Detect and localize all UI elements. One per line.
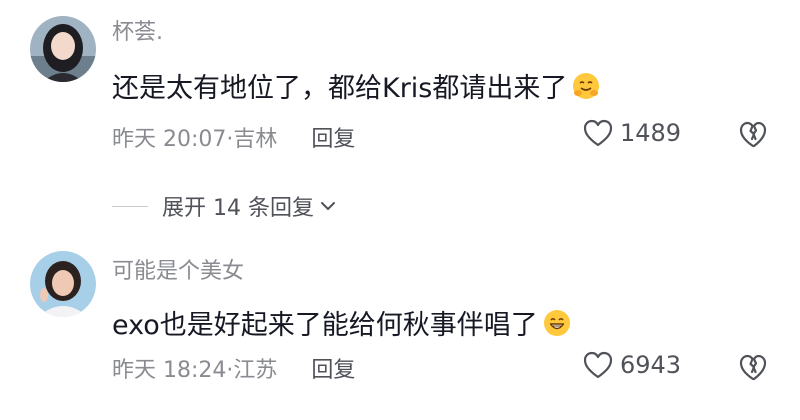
heart-icon <box>583 351 613 379</box>
dislike-button[interactable] <box>738 353 768 383</box>
comment-username[interactable]: 可能是个美女 <box>112 253 244 285</box>
comment-text-content: exo也是好起来了能给何秋事伴唱了 <box>112 310 538 341</box>
comment-meta: 昨天 18:24·江苏 回复 <box>112 352 355 384</box>
comment-time-location: 昨天 18:24·江苏 <box>112 358 278 383</box>
avatar[interactable] <box>30 251 96 317</box>
grin-face-emoji <box>542 308 572 338</box>
reply-button[interactable]: 回复 <box>311 352 355 384</box>
like-button[interactable]: 6943 <box>582 350 681 380</box>
broken-heart-icon <box>739 354 767 381</box>
comment-text: exo也是好起来了能给何秋事伴唱了 <box>112 303 572 342</box>
comment-item: 可能是个美女 exo也是好起来了能给何秋事伴唱了 昨天 18:24·江苏 回复 … <box>0 0 800 420</box>
like-count: 6943 <box>620 351 682 379</box>
